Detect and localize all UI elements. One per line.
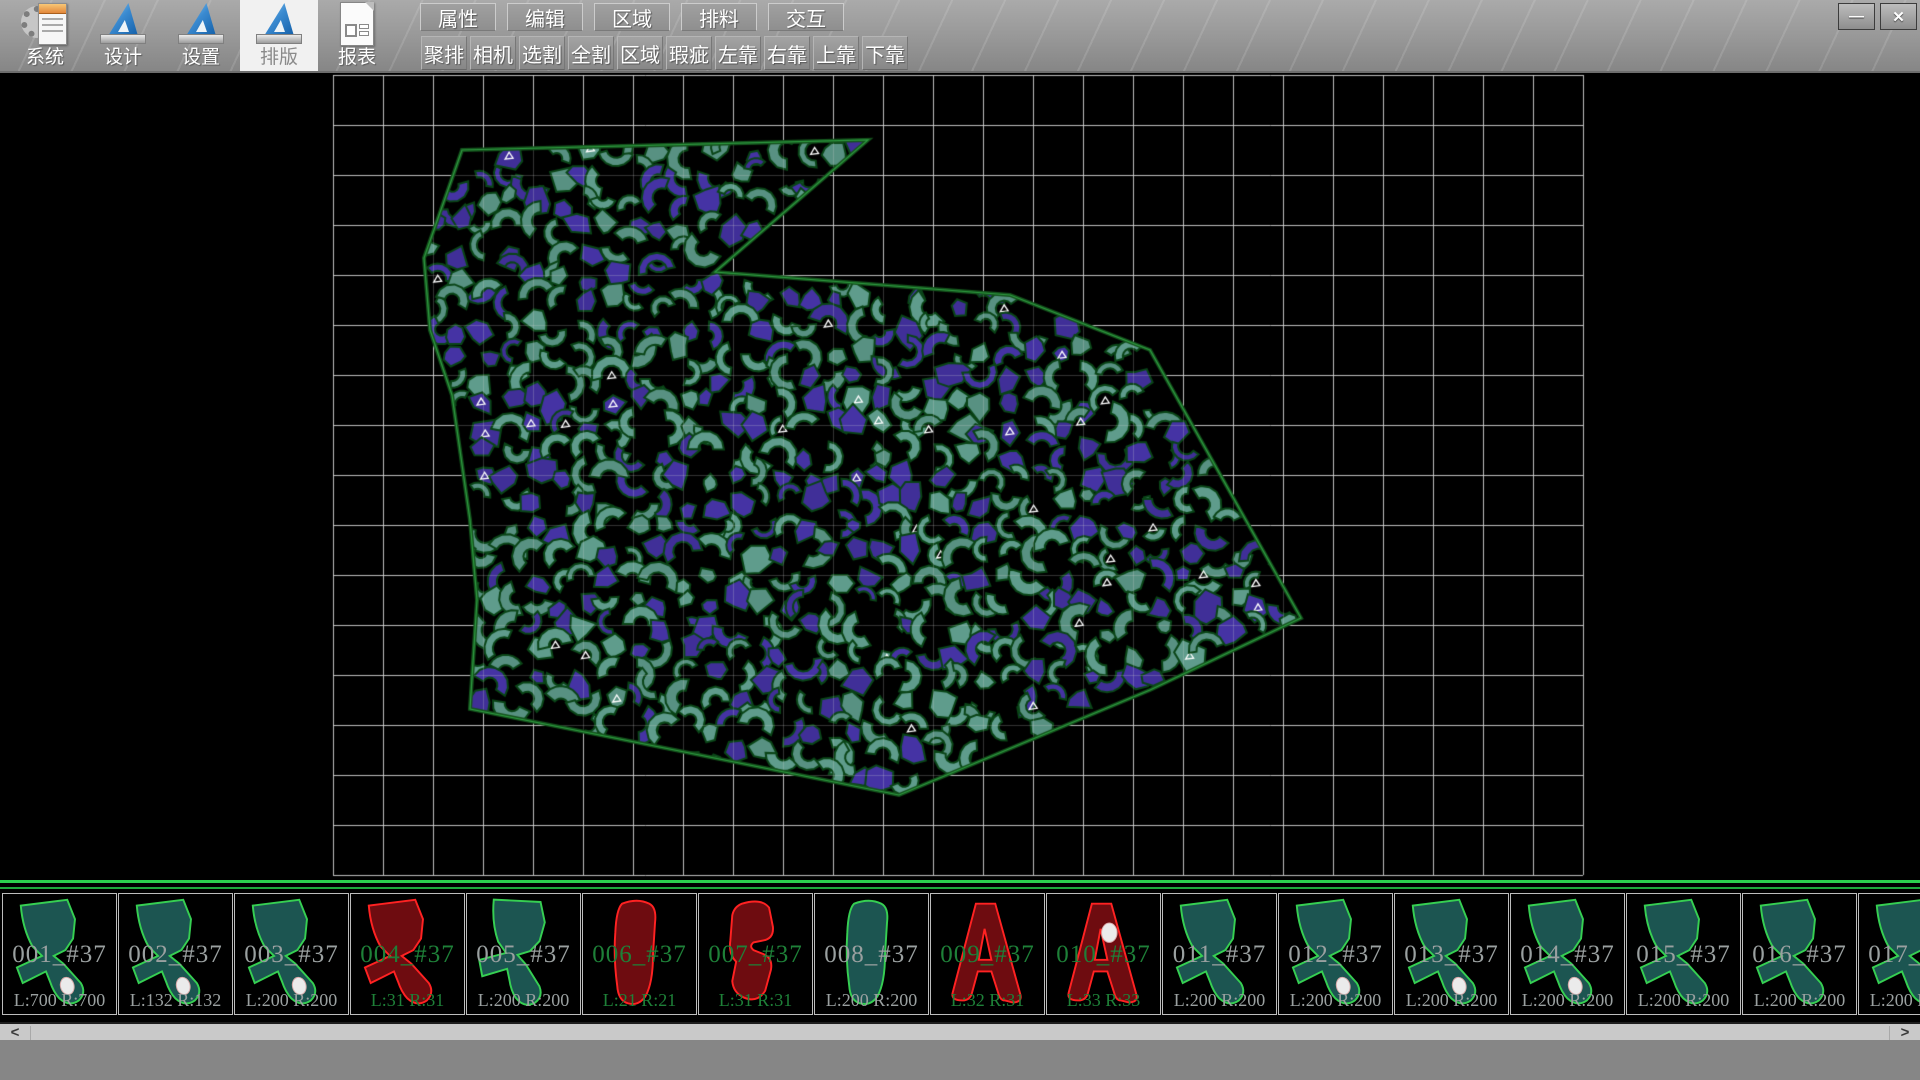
main-tab-label: 排版 — [260, 48, 298, 68]
main-tab-report[interactable]: 报表 — [318, 0, 396, 71]
main-tab-system[interactable]: 系统 — [6, 0, 84, 71]
piece-lr-label: L:31 R:31 — [351, 990, 464, 1011]
piece-id-label: 011_#37 — [1163, 941, 1276, 969]
design-ruler-icon — [99, 2, 147, 46]
action-defect[interactable]: 瑕疵 — [666, 36, 712, 70]
action-align-left[interactable]: 左靠 — [715, 36, 761, 70]
piece-id-label: 005_#37 — [467, 941, 580, 969]
action-select-cut[interactable]: 选割 — [519, 36, 565, 70]
thumbnail-cell[interactable]: 007_#37 L:31 R:31 — [698, 893, 813, 1015]
thumbnail-cell[interactable]: 009_#37 L:32 R:31 — [930, 893, 1045, 1015]
bottom-bar — [0, 1040, 1920, 1080]
piece-id-label: 008_#37 — [815, 941, 928, 969]
nesting-workspace — [0, 73, 1920, 880]
system-gear-doc-icon — [21, 2, 69, 46]
piece-lr-label: L:31 R:31 — [699, 990, 812, 1011]
scroll-left-icon[interactable]: < — [0, 1026, 31, 1040]
toolbar: 系统 设计 设置 排版 — [0, 0, 1920, 73]
piece-id-label: 014_#37 — [1511, 941, 1624, 969]
main-tab-label: 设计 — [104, 48, 142, 68]
action-region[interactable]: 区域 — [617, 36, 663, 70]
main-tab-label: 设置 — [182, 48, 220, 68]
settings-ruler-icon — [177, 2, 225, 46]
thumbnail-cell[interactable]: 016_#37 L:200 R:200 — [1742, 893, 1857, 1015]
thumbnail-cell[interactable]: 017_#37 L:200 R:200 — [1858, 893, 1920, 1015]
piece-id-label: 004_#37 — [351, 941, 464, 969]
thumbnail-cell[interactable]: 013_#37 L:200 R:200 — [1394, 893, 1509, 1015]
piece-lr-label: L:33 R:33 — [1047, 990, 1160, 1011]
thumbnail-cell[interactable]: 006_#37 L:21 R:21 — [582, 893, 697, 1015]
main-tab-settings[interactable]: 设置 — [162, 0, 240, 71]
action-cluster-nest[interactable]: 聚排 — [421, 36, 467, 70]
main-tab-layout[interactable]: 排版 — [240, 0, 318, 71]
report-doc-icon — [333, 2, 381, 46]
piece-id-label: 015_#37 — [1627, 941, 1740, 969]
thumbnail-cell[interactable]: 015_#37 L:200 R:200 — [1626, 893, 1741, 1015]
action-button-bar: 聚排 相机 选割 全割 区域 瑕疵 左靠 右靠 上靠 下靠 — [421, 36, 911, 70]
thumbnail-cell[interactable]: 001_#37 L:700 R:700 — [2, 893, 117, 1015]
piece-lr-label: L:200 R:200 — [1163, 990, 1276, 1011]
action-camera[interactable]: 相机 — [470, 36, 516, 70]
thumbnail-cell[interactable]: 003_#37 L:200 R:200 — [234, 893, 349, 1015]
piece-id-label: 002_#37 — [119, 941, 232, 969]
thumbnail-cell[interactable]: 014_#37 L:200 R:200 — [1510, 893, 1625, 1015]
piece-id-label: 012_#37 — [1279, 941, 1392, 969]
thumbnail-strip: 001_#37 L:700 R:700002_#37 L:132 R:132003_… — [0, 880, 1920, 1022]
thumbnail-cell[interactable]: 011_#37 L:200 R:200 — [1162, 893, 1277, 1015]
piece-lr-label: L:132 R:132 — [119, 990, 232, 1011]
menu-tab-region[interactable]: 区域 — [594, 3, 670, 31]
menu-tab-edit[interactable]: 编辑 — [507, 3, 583, 31]
scroll-right-icon[interactable]: > — [1889, 1026, 1920, 1040]
action-align-top[interactable]: 上靠 — [813, 36, 859, 70]
piece-id-label: 010_#37 — [1047, 941, 1160, 969]
nesting-canvas[interactable] — [0, 73, 1920, 880]
app-window: 系统 设计 设置 排版 — [0, 0, 1920, 1080]
piece-lr-label: L:32 R:31 — [931, 990, 1044, 1011]
piece-id-label: 001_#37 — [3, 941, 116, 969]
thumbnail-cell[interactable]: 002_#37 L:132 R:132 — [118, 893, 233, 1015]
minimize-button[interactable]: — — [1838, 3, 1875, 30]
piece-lr-label: L:700 R:700 — [3, 990, 116, 1011]
menu-tab-interact[interactable]: 交互 — [768, 3, 844, 31]
action-cut-all[interactable]: 全割 — [568, 36, 614, 70]
menu-tab-nesting[interactable]: 排料 — [681, 3, 757, 31]
layout-ruler-icon — [255, 2, 303, 46]
piece-lr-label: L:200 R:200 — [1279, 990, 1392, 1011]
piece-id-label: 009_#37 — [931, 941, 1044, 969]
horizontal-scrollbar[interactable]: < > — [0, 1022, 1920, 1040]
thumbnail-cell[interactable]: 010_#37 L:33 R:33 — [1046, 893, 1161, 1015]
action-align-bottom[interactable]: 下靠 — [862, 36, 908, 70]
menu-tab-properties[interactable]: 属性 — [420, 3, 496, 31]
thumbnail-cell[interactable]: 008_#37 L:200 R:200 — [814, 893, 929, 1015]
piece-id-label: 013_#37 — [1395, 941, 1508, 969]
piece-lr-label: L:200 R:200 — [235, 990, 348, 1011]
piece-id-label: 003_#37 — [235, 941, 348, 969]
piece-lr-label: L:200 R:200 — [815, 990, 928, 1011]
piece-id-label: 007_#37 — [699, 941, 812, 969]
piece-lr-label: L:200 R:200 — [1859, 990, 1920, 1011]
action-align-right[interactable]: 右靠 — [764, 36, 810, 70]
main-button-bar: 系统 设计 设置 排版 — [6, 0, 396, 71]
piece-id-label: 016_#37 — [1743, 941, 1856, 969]
thumbnail-cell[interactable]: 005_#37 L:200 R:200 — [466, 893, 581, 1015]
piece-lr-label: L:200 R:200 — [1511, 990, 1624, 1011]
piece-lr-label: L:200 R:200 — [467, 990, 580, 1011]
piece-lr-label: L:200 R:200 — [1743, 990, 1856, 1011]
piece-lr-label: L:21 R:21 — [583, 990, 696, 1011]
window-controls: — ✕ — [1838, 3, 1917, 30]
piece-lr-label: L:200 R:200 — [1627, 990, 1740, 1011]
piece-id-label: 017_#37 — [1859, 941, 1920, 969]
thumbnail-cells: 001_#37 L:700 R:700002_#37 L:132 R:132003_… — [2, 893, 1920, 1015]
thumbnail-cell[interactable]: 012_#37 L:200 R:200 — [1278, 893, 1393, 1015]
piece-lr-label: L:200 R:200 — [1395, 990, 1508, 1011]
main-tab-design[interactable]: 设计 — [84, 0, 162, 71]
main-tab-label: 系统 — [26, 48, 64, 68]
thumbnail-cell[interactable]: 004_#37 L:31 R:31 — [350, 893, 465, 1015]
close-button[interactable]: ✕ — [1880, 3, 1917, 30]
menu-tab-bar: 属性 编辑 区域 排料 交互 — [420, 3, 855, 31]
piece-id-label: 006_#37 — [583, 941, 696, 969]
